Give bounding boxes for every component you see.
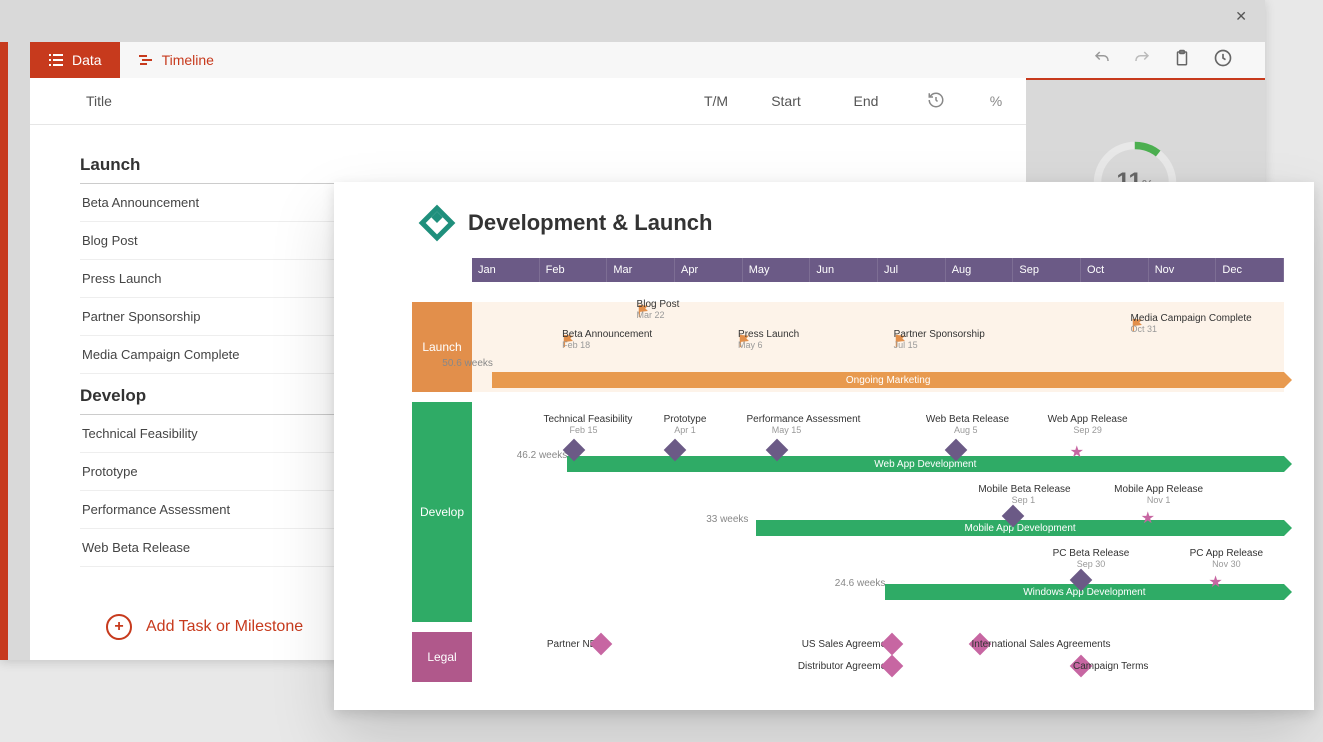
group-header[interactable]: Launch — [80, 143, 390, 181]
duration-label: 24.6 weeks — [835, 578, 886, 589]
timeline-title: Development & Launch — [468, 210, 712, 236]
milestone-label: Technical FeasibilityFeb 15 — [544, 414, 624, 435]
milestone-label: Mobile App ReleaseNov 1 — [1114, 484, 1204, 505]
undo-icon[interactable] — [1093, 49, 1111, 72]
col-tm: T/M — [686, 93, 746, 109]
duration-label: 33 weeks — [706, 514, 748, 525]
month-cell: Jan — [472, 258, 540, 282]
month-cell: Feb — [540, 258, 608, 282]
col-start: Start — [746, 93, 826, 109]
gantt-chart: JanFebMarAprMayJunJulAugSepOctNovDec Lau… — [412, 258, 1284, 684]
duration-label: 50.6 weeks — [442, 358, 493, 369]
milestone-label: PC App ReleaseNov 30 — [1181, 548, 1271, 569]
swimlane-legal: Legal — [412, 632, 472, 682]
col-percent: % — [966, 93, 1026, 109]
toolbar: Data Timeline — [30, 42, 1265, 80]
toolbar-actions — [1093, 48, 1265, 73]
star-icon: ★ — [1141, 508, 1155, 528]
plus-icon: + — [106, 614, 132, 640]
timeline-preview-card: Development & Launch JanFebMarAprMayJunJ… — [334, 182, 1314, 710]
month-cell: May — [743, 258, 811, 282]
close-icon[interactable]: ✕ — [1235, 8, 1247, 25]
swimlane-launch: Launch — [412, 302, 472, 392]
milestone-label: PC Beta ReleaseSep 30 — [1046, 548, 1136, 569]
duration-label: 46.2 weeks — [517, 450, 568, 461]
diamond-icon — [589, 633, 612, 656]
task-bar[interactable]: Mobile App Development — [756, 520, 1284, 536]
milestone[interactable]: Campaign Terms — [1073, 658, 1089, 674]
milestone-label: Partner SponsorshipJul 15 — [894, 329, 985, 350]
column-header-row: Title T/M Start End % — [30, 78, 1026, 125]
milestone-label: Campaign Terms — [1073, 661, 1148, 672]
milestone-label: Web App ReleaseSep 29 — [1048, 414, 1128, 435]
month-cell: Apr — [675, 258, 743, 282]
tab-data[interactable]: Data — [30, 42, 120, 78]
milestone[interactable]: Media Campaign CompleteOct 31 — [1131, 318, 1145, 328]
milestone[interactable]: Partner NDAs — [593, 636, 609, 652]
milestone-label: Performance AssessmentMay 15 — [747, 414, 827, 435]
milestone[interactable]: Blog PostMar 22 — [637, 304, 651, 314]
milestone[interactable]: International Sales Agreements — [972, 636, 988, 652]
timeline-title-row: Development & Launch — [334, 182, 1314, 236]
month-cell: Oct — [1081, 258, 1149, 282]
swimlane-develop: Develop — [412, 402, 472, 622]
diamond-icon — [880, 655, 903, 678]
star-icon: ★ — [1208, 572, 1222, 592]
star-icon: ★ — [1070, 442, 1084, 462]
tab-timeline-label: Timeline — [162, 52, 214, 68]
month-cell: Jul — [878, 258, 946, 282]
col-end: End — [826, 93, 906, 109]
milestone-label: Blog PostMar 22 — [637, 299, 680, 320]
history-icon[interactable] — [1213, 48, 1233, 73]
diamond-icon — [880, 633, 903, 656]
add-task-bar[interactable]: + Add Task or Milestone + — [106, 614, 303, 640]
add-task-label: Add Task or Milestone — [146, 618, 303, 636]
milestone-label: Media Campaign CompleteOct 31 — [1131, 313, 1252, 334]
milestone-label: International Sales Agreements — [972, 639, 1111, 650]
milestone-label: Beta AnnouncementFeb 18 — [562, 329, 652, 350]
month-cell: Jun — [810, 258, 878, 282]
accent-bar — [0, 42, 8, 660]
task-bar[interactable]: Ongoing Marketing — [492, 372, 1284, 388]
list-icon — [48, 52, 64, 68]
tab-data-label: Data — [72, 52, 102, 68]
col-title: Title — [30, 93, 686, 109]
timeline-icon — [138, 52, 154, 68]
clipboard-icon[interactable] — [1173, 49, 1191, 72]
milestone[interactable]: Distributor Agreements — [884, 658, 900, 674]
milestone-label: Press LaunchMay 6 — [738, 329, 799, 350]
month-cell: Sep — [1013, 258, 1081, 282]
milestone-label: Mobile Beta ReleaseSep 1 — [978, 484, 1068, 505]
month-cell: Nov — [1149, 258, 1217, 282]
milestone[interactable]: Partner SponsorshipJul 15 — [894, 334, 908, 344]
milestone-label: Web Beta ReleaseAug 5 — [926, 414, 1006, 435]
month-header: JanFebMarAprMayJunJulAugSepOctNovDec — [472, 258, 1284, 282]
milestone[interactable]: US Sales Agreements — [884, 636, 900, 652]
logo-icon — [419, 205, 456, 242]
redo-icon[interactable] — [1133, 49, 1151, 72]
milestone-label: PrototypeApr 1 — [645, 414, 725, 435]
tab-timeline[interactable]: Timeline — [120, 42, 232, 78]
month-cell: Dec — [1216, 258, 1284, 282]
milestone[interactable]: Beta AnnouncementFeb 18 — [562, 334, 576, 344]
month-cell: Aug — [946, 258, 1014, 282]
month-cell: Mar — [607, 258, 675, 282]
milestone[interactable]: Press LaunchMay 6 — [738, 334, 752, 344]
col-history-icon — [906, 91, 966, 112]
